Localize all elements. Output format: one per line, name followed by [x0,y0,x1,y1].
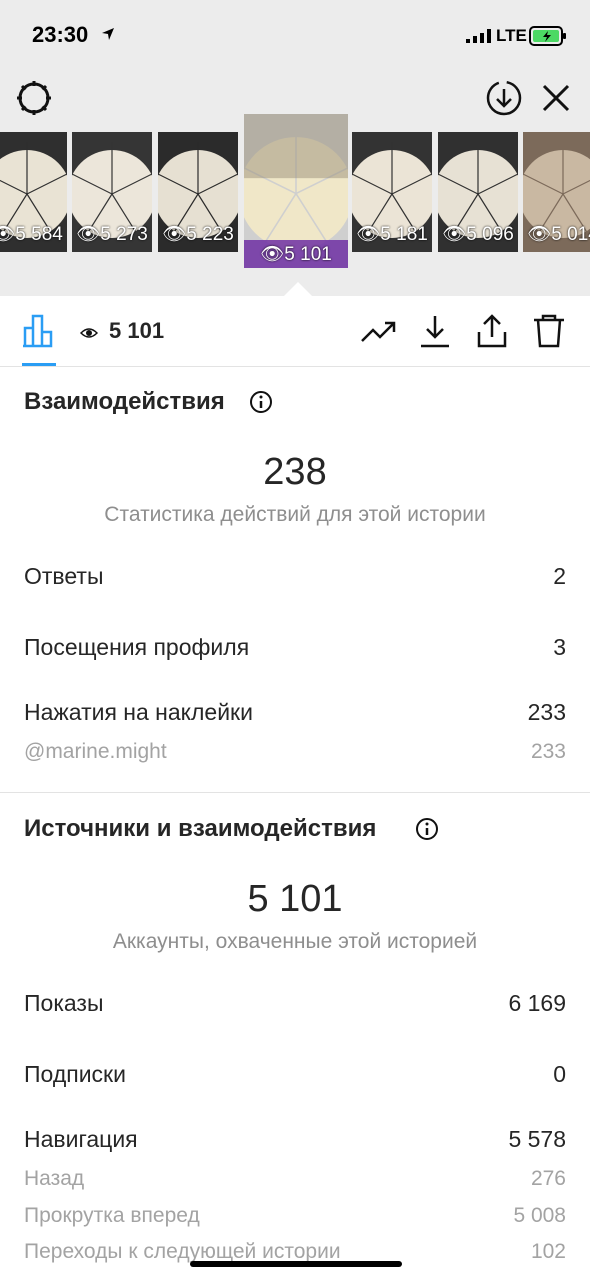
section-divider [0,792,590,793]
sticker-mention-value: 233 [530,740,566,763]
navigation-value: 5 578 [508,1126,566,1152]
thumbnail-views: 👁5 101 [260,244,332,265]
impressions-value: 6 169 [508,990,566,1016]
interactions-title: Взаимодействия [24,388,225,415]
share-icon[interactable] [475,314,509,348]
story-toolbar: 5 101 [0,296,590,367]
nav-back-label: Назад [24,1167,85,1190]
trending-icon[interactable] [360,314,398,348]
story-thumbnail[interactable]: 👁5 181 [352,132,432,252]
network-type: LTE [496,26,527,45]
replies-label: Ответы [24,563,104,589]
nav-next-story-value: 102 [530,1240,566,1263]
gear-icon[interactable] [14,78,54,118]
story-thumbnail[interactable]: 👁5 584 [0,132,67,252]
interactions-caption: Статистика действий для этой истории [104,503,486,526]
impressions-label: Показы [24,990,104,1016]
download-icon[interactable] [418,314,452,348]
views-count: 5 101 [109,318,165,343]
bar-chart-icon[interactable] [22,314,58,348]
battery-icon [529,26,566,46]
info-icon[interactable] [415,817,439,841]
sticker-taps-value: 233 [527,699,566,725]
navigation-label: Навигация [24,1126,138,1152]
download-circle-icon[interactable] [484,78,524,118]
story-strip-area: 23:30 LTE 👁5 584 👁5 273 👁5 223 👁5 101 👁5 181… [0,0,590,296]
nav-forward-value: 5 008 [513,1204,566,1227]
thumbnail-views: 👁5 181 [356,224,428,245]
close-icon[interactable] [538,80,574,116]
sticker-taps-label: Нажатия на наклейки [24,699,253,725]
story-thumbnail[interactable]: 👁5 273 [72,132,152,252]
story-thumbnail[interactable]: 👁5 014 [523,132,590,252]
story-thumbnail[interactable]: 👁5 096 [438,132,518,252]
eye-icon [80,328,98,338]
signal-icon [466,29,491,43]
follows-label: Подписки [24,1061,126,1087]
story-thumbnail[interactable]: 👁5 223 [158,132,238,252]
home-indicator [190,1261,402,1267]
thumbnail-views: 👁5 014 [527,224,590,245]
thumbnail-views: 👁5 273 [76,224,148,245]
location-arrow-icon [102,28,114,40]
replies-value: 2 [553,563,566,589]
info-icon[interactable] [249,390,273,414]
profile-visits-value: 3 [553,634,566,660]
status-bar: 23:30 LTE [0,0,590,70]
trash-icon[interactable] [532,314,566,348]
nav-back-value: 276 [530,1167,566,1190]
sticker-mention-label: @marine.might [24,740,167,763]
selected-pointer [284,282,312,296]
discovery-caption: Аккаунты, охваченные этой историей [112,930,478,953]
follows-value: 0 [553,1061,566,1087]
interactions-total: 238 [263,451,327,493]
thumbnail-views: 👁5 223 [162,224,234,245]
status-time: 23:30 [32,22,89,47]
profile-visits-label: Посещения профиля [24,634,250,660]
discovery-total: 5 101 [247,878,343,920]
nav-forward-label: Прокрутка вперед [24,1204,200,1227]
thumbnail-views: 👁5 096 [442,224,514,245]
discovery-title: Источники и взаимодействия [24,815,377,842]
active-tab-indicator [22,363,56,366]
story-thumbnail[interactable]: 👁5 101 [244,114,348,268]
thumbnail-views: 👁5 584 [0,224,63,245]
